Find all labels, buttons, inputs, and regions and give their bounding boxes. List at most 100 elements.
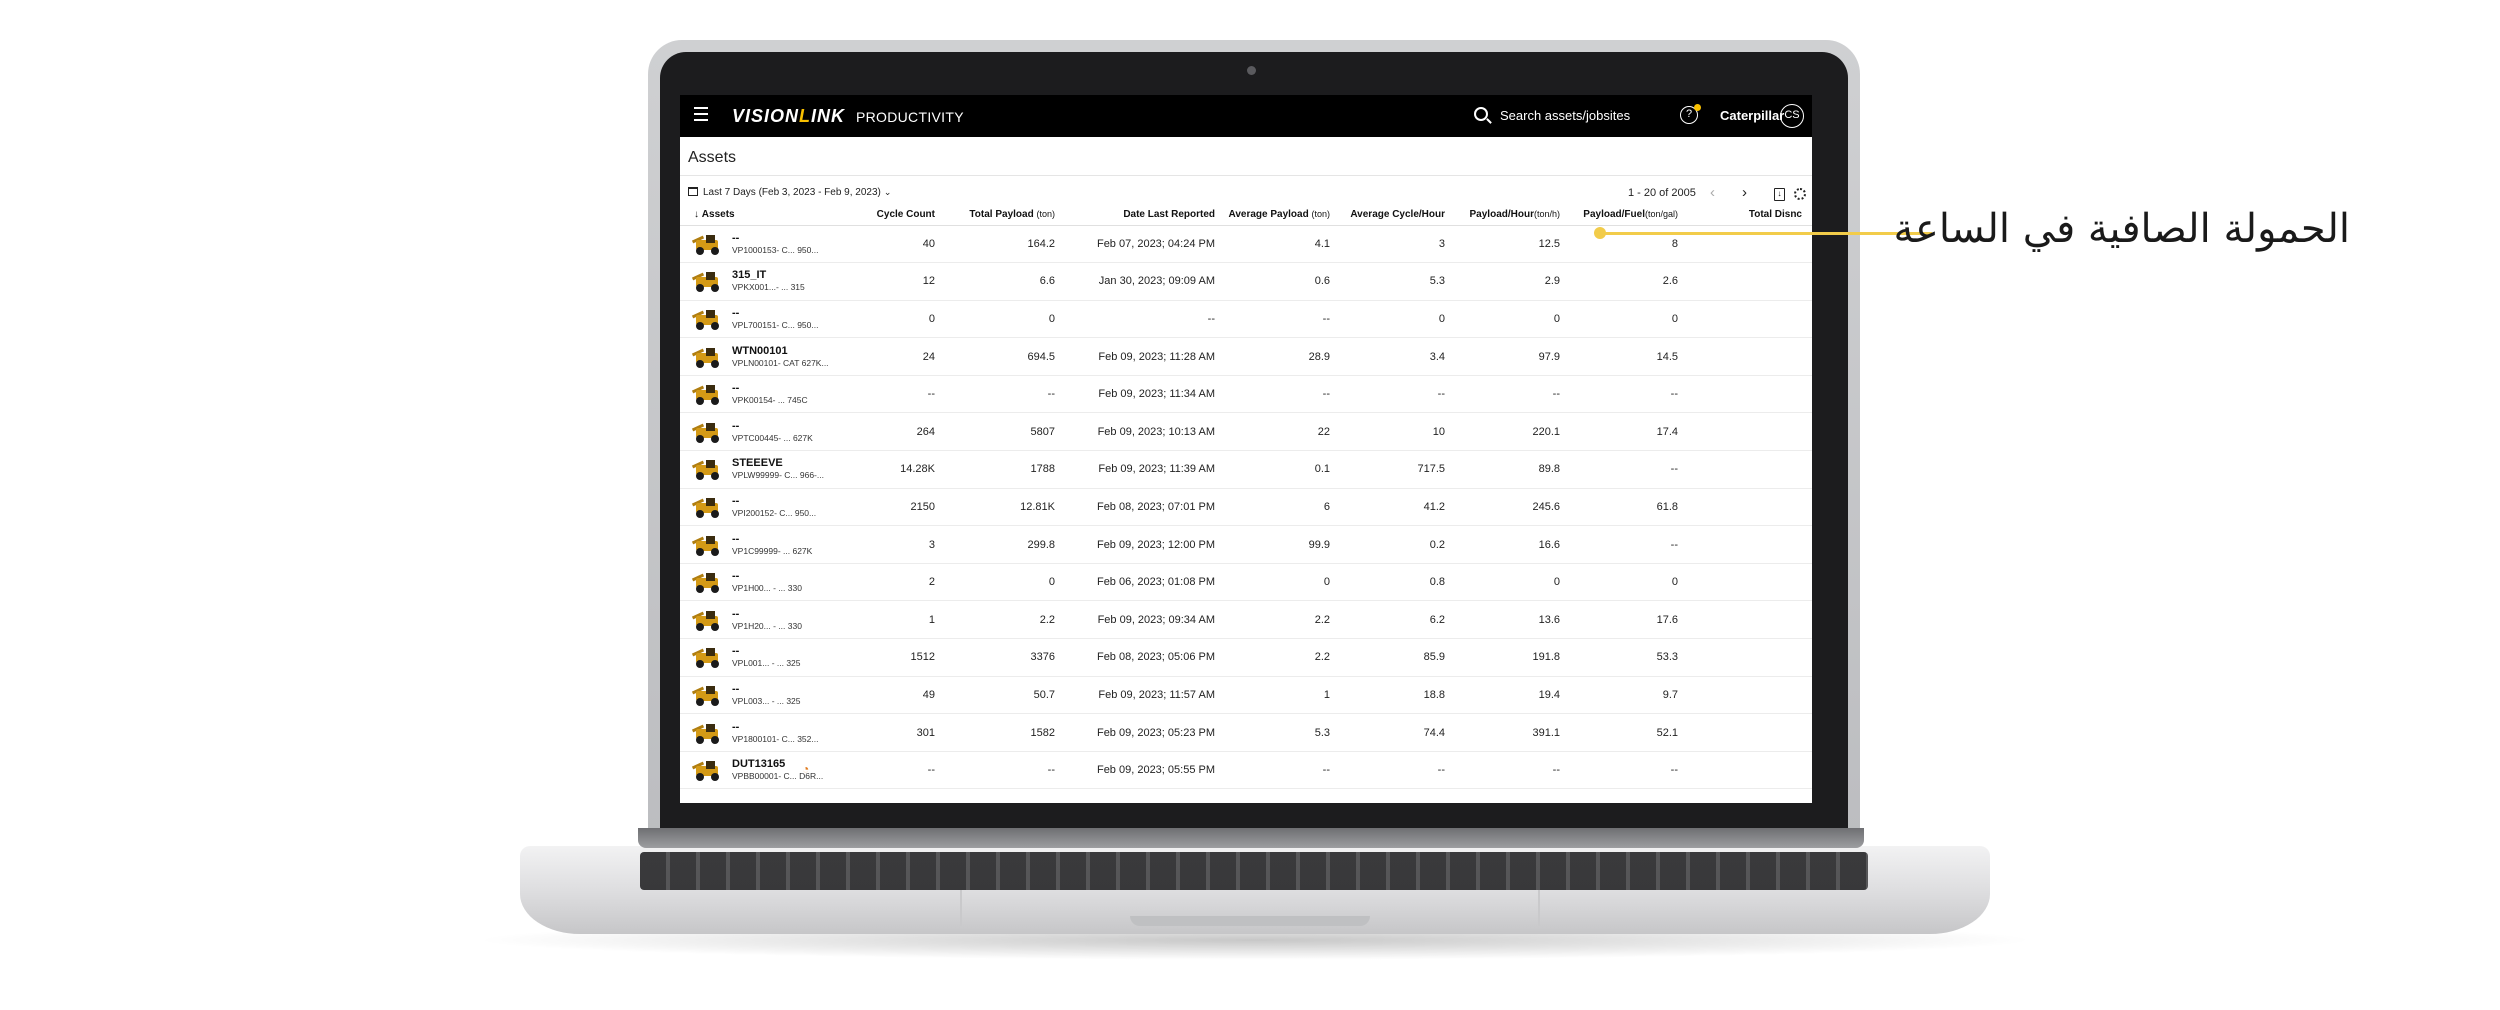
asset-cell[interactable]: -- VP1H00... - ... 330 xyxy=(680,563,860,602)
visionlink-logo[interactable]: VISIONLINK xyxy=(732,106,845,127)
help-icon[interactable]: ? xyxy=(1680,104,1701,124)
export-icon[interactable]: ↓ xyxy=(1774,188,1785,201)
chevron-left-icon[interactable]: ‹ xyxy=(1710,184,1715,201)
asset-name[interactable]: -- xyxy=(732,533,812,545)
asset-name[interactable]: -- xyxy=(732,232,818,244)
asset-name[interactable]: -- xyxy=(732,382,808,394)
payload-fuel-cell: 0 xyxy=(1570,563,1688,602)
average-cycle-hour-cell: 85.9 xyxy=(1340,638,1455,677)
column-header-total-distance[interactable]: Total Disnc xyxy=(1688,205,1812,226)
asset-name[interactable]: -- xyxy=(732,645,801,657)
avatar[interactable]: CS xyxy=(1780,104,1804,128)
asset-cell[interactable]: -- VPL001... - ... 325 xyxy=(680,638,860,677)
machine-thumbnail-icon xyxy=(691,760,726,782)
table-row[interactable]: -- VPL001... - ... 325 1512 3376 Feb 08, 202… xyxy=(680,638,1812,677)
total-payload-cell: 694.5 xyxy=(945,337,1065,376)
table-row[interactable]: WTN00101 VPLN00101- CAT 627K... 24 694.5 Feb… xyxy=(680,337,1812,376)
date-range-filter[interactable]: Last 7 Days (Feb 3, 2023 - Feb 9, 2023) ⌄ xyxy=(688,187,891,205)
table-row[interactable]: -- VP1000153- C... 950... 40 164.2 Feb 07, 2… xyxy=(680,225,1812,264)
search-input[interactable]: Search assets/jobsites xyxy=(1500,108,1630,123)
asset-name[interactable]: -- xyxy=(732,570,802,582)
table-header-row: ↓ Assets Cycle Count Total Payload (ton)… xyxy=(680,205,1812,226)
table-row[interactable]: -- VPI200152- C... 950... 2150 12.81K Feb 08… xyxy=(680,488,1812,527)
asset-name[interactable]: STEEEVE xyxy=(732,457,824,469)
column-header-cycle-count[interactable]: Cycle Count xyxy=(860,205,945,226)
column-header-payload-hour[interactable]: Payload/Hour(ton/h) xyxy=(1455,205,1570,226)
laptop-hinge xyxy=(638,828,1864,848)
payload-fuel-cell: 14.5 xyxy=(1570,337,1688,376)
machine-thumbnail-icon xyxy=(691,384,726,406)
table-row[interactable]: -- VPL003... - ... 325 49 50.7 Feb 09, 2023;… xyxy=(680,676,1812,715)
asset-name[interactable]: -- xyxy=(732,683,801,695)
total-distance-cell xyxy=(1688,262,1812,301)
assets-table: ↓ Assets Cycle Count Total Payload (ton)… xyxy=(680,205,1812,790)
machine-thumbnail-icon xyxy=(691,422,726,443)
asset-name[interactable]: -- xyxy=(732,721,818,733)
table-row[interactable]: -- VP1H20... - ... 330 1 2.2 Feb 09, 2023; 0… xyxy=(680,600,1812,640)
payload-hour-cell: 89.8 xyxy=(1455,450,1570,489)
average-payload-cell: 0.1 xyxy=(1225,450,1340,489)
table-row[interactable]: DUT13165 VPBB00001- C... D6R... ◔ -- -- Feb 0… xyxy=(680,751,1812,790)
asset-serial: VPLN00101- CAT 627K... xyxy=(732,357,829,368)
asset-cell[interactable]: -- VPL700151- C... 950... xyxy=(680,300,860,339)
asset-name[interactable]: -- xyxy=(732,420,813,432)
asset-name[interactable]: WTN00101 xyxy=(732,345,829,357)
total-distance-cell xyxy=(1688,751,1812,790)
cycle-count-cell: 12 xyxy=(860,262,945,301)
machine-thumbnail-icon xyxy=(691,234,726,255)
asset-cell[interactable]: -- VP1800101- C... 352... xyxy=(680,713,860,752)
asset-name[interactable]: -- xyxy=(732,608,802,620)
column-header-payload-fuel[interactable]: Payload/Fuel(ton/gal) xyxy=(1570,205,1688,226)
machine-thumbnail-icon xyxy=(691,497,726,518)
asset-cell[interactable]: -- VP1000153- C... 950... xyxy=(680,225,860,264)
table-row[interactable]: -- VPTC00445- ... 627K 264 5807 Feb 09, 2023… xyxy=(680,412,1812,452)
asset-cell[interactable]: -- VPI200152- C... 950... xyxy=(680,488,860,527)
column-header-average-cycle-hour[interactable]: Average Cycle/Hour xyxy=(1340,205,1455,226)
settings-icon[interactable] xyxy=(1794,188,1806,200)
column-header-assets[interactable]: ↓ Assets xyxy=(680,205,860,226)
date-last-reported-cell: Feb 09, 2023; 05:23 PM xyxy=(1065,713,1225,752)
column-header-total-payload[interactable]: Total Payload (ton) xyxy=(945,205,1065,226)
payload-fuel-cell: 61.8 xyxy=(1570,488,1688,527)
date-last-reported-cell: Feb 09, 2023; 11:28 AM xyxy=(1065,337,1225,376)
account-name[interactable]: Caterpillar xyxy=(1720,108,1784,123)
payload-hour-cell: 12.5 xyxy=(1455,225,1570,264)
table-row[interactable]: STEEEVE VPLW99999- C... 966-... 14.28K 1788… xyxy=(680,450,1812,489)
average-payload-cell: 4.1 xyxy=(1225,225,1340,264)
notification-dot xyxy=(1694,104,1701,111)
table-row[interactable]: -- VPL700151- C... 950... 0 0 -- -- 0 0 0 xyxy=(680,300,1812,339)
total-distance-cell xyxy=(1688,600,1812,640)
total-distance-cell xyxy=(1688,300,1812,339)
payload-fuel-cell: 2.6 xyxy=(1570,262,1688,301)
total-payload-cell: 0 xyxy=(945,300,1065,339)
asset-cell[interactable]: 315_IT VPKX001...- ... 315 xyxy=(680,262,860,301)
asset-name[interactable]: 315_IT xyxy=(732,269,805,281)
asset-cell[interactable]: STEEEVE VPLW99999- C... 966-... xyxy=(680,450,860,489)
total-distance-cell xyxy=(1688,337,1812,376)
table-row[interactable]: -- VP1800101- C... 352... 301 1582 Feb 09, 2… xyxy=(680,713,1812,752)
asset-cell[interactable]: WTN00101 VPLN00101- CAT 627K... xyxy=(680,337,860,376)
asset-name[interactable]: -- xyxy=(732,495,816,507)
asset-cell[interactable]: -- VPK00154- ... 745C xyxy=(680,375,860,414)
payload-hour-cell: 191.8 xyxy=(1455,638,1570,677)
asset-cell[interactable]: DUT13165 VPBB00001- C... D6R... ◔ xyxy=(680,751,860,790)
search-box[interactable]: Search assets/jobsites xyxy=(1474,105,1664,127)
asset-cell[interactable]: -- VPL003... - ... 325 xyxy=(680,676,860,715)
table-row[interactable]: -- VPK00154- ... 745C -- -- Feb 09, 2023; 11… xyxy=(680,375,1812,414)
asset-cell[interactable]: -- VP1H20... - ... 330 xyxy=(680,600,860,640)
sort-down-icon: ↓ xyxy=(694,209,702,221)
column-header-date-last-reported[interactable]: Date Last Reported xyxy=(1065,205,1225,226)
asset-cell[interactable]: -- VPTC00445- ... 627K xyxy=(680,412,860,452)
table-row[interactable]: 315_IT VPKX001...- ... 315 12 6.6 Jan 30, 20… xyxy=(680,262,1812,301)
table-row[interactable]: -- VP1C99999- ... 627K 3 299.8 Feb 09, 2023;… xyxy=(680,525,1812,564)
payload-hour-cell: 2.9 xyxy=(1455,262,1570,301)
date-range-label: Last 7 Days (Feb 3, 2023 - Feb 9, 2023) xyxy=(703,187,881,198)
menu-icon[interactable] xyxy=(694,107,712,125)
asset-name[interactable]: -- xyxy=(732,307,818,319)
chevron-right-icon[interactable]: › xyxy=(1742,184,1747,201)
payload-hour-cell: 13.6 xyxy=(1455,600,1570,640)
cycle-count-cell: 2 xyxy=(860,563,945,602)
table-row[interactable]: -- VP1H00... - ... 330 2 0 Feb 06, 2023; 01:… xyxy=(680,563,1812,602)
asset-cell[interactable]: -- VP1C99999- ... 627K xyxy=(680,525,860,564)
column-header-average-payload[interactable]: Average Payload (ton) xyxy=(1225,205,1340,226)
